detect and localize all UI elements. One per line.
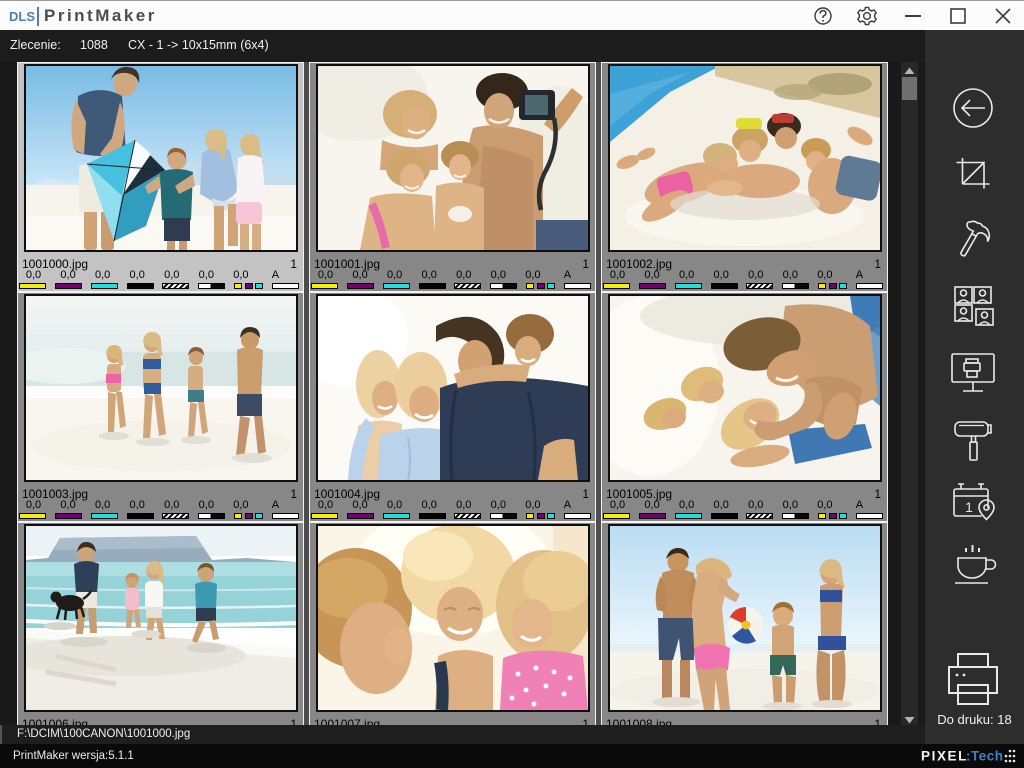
svg-text:1: 1 (965, 499, 973, 515)
svg-text:PIXEL: PIXEL (921, 749, 968, 764)
svg-text::Tech: :Tech (966, 749, 1004, 764)
